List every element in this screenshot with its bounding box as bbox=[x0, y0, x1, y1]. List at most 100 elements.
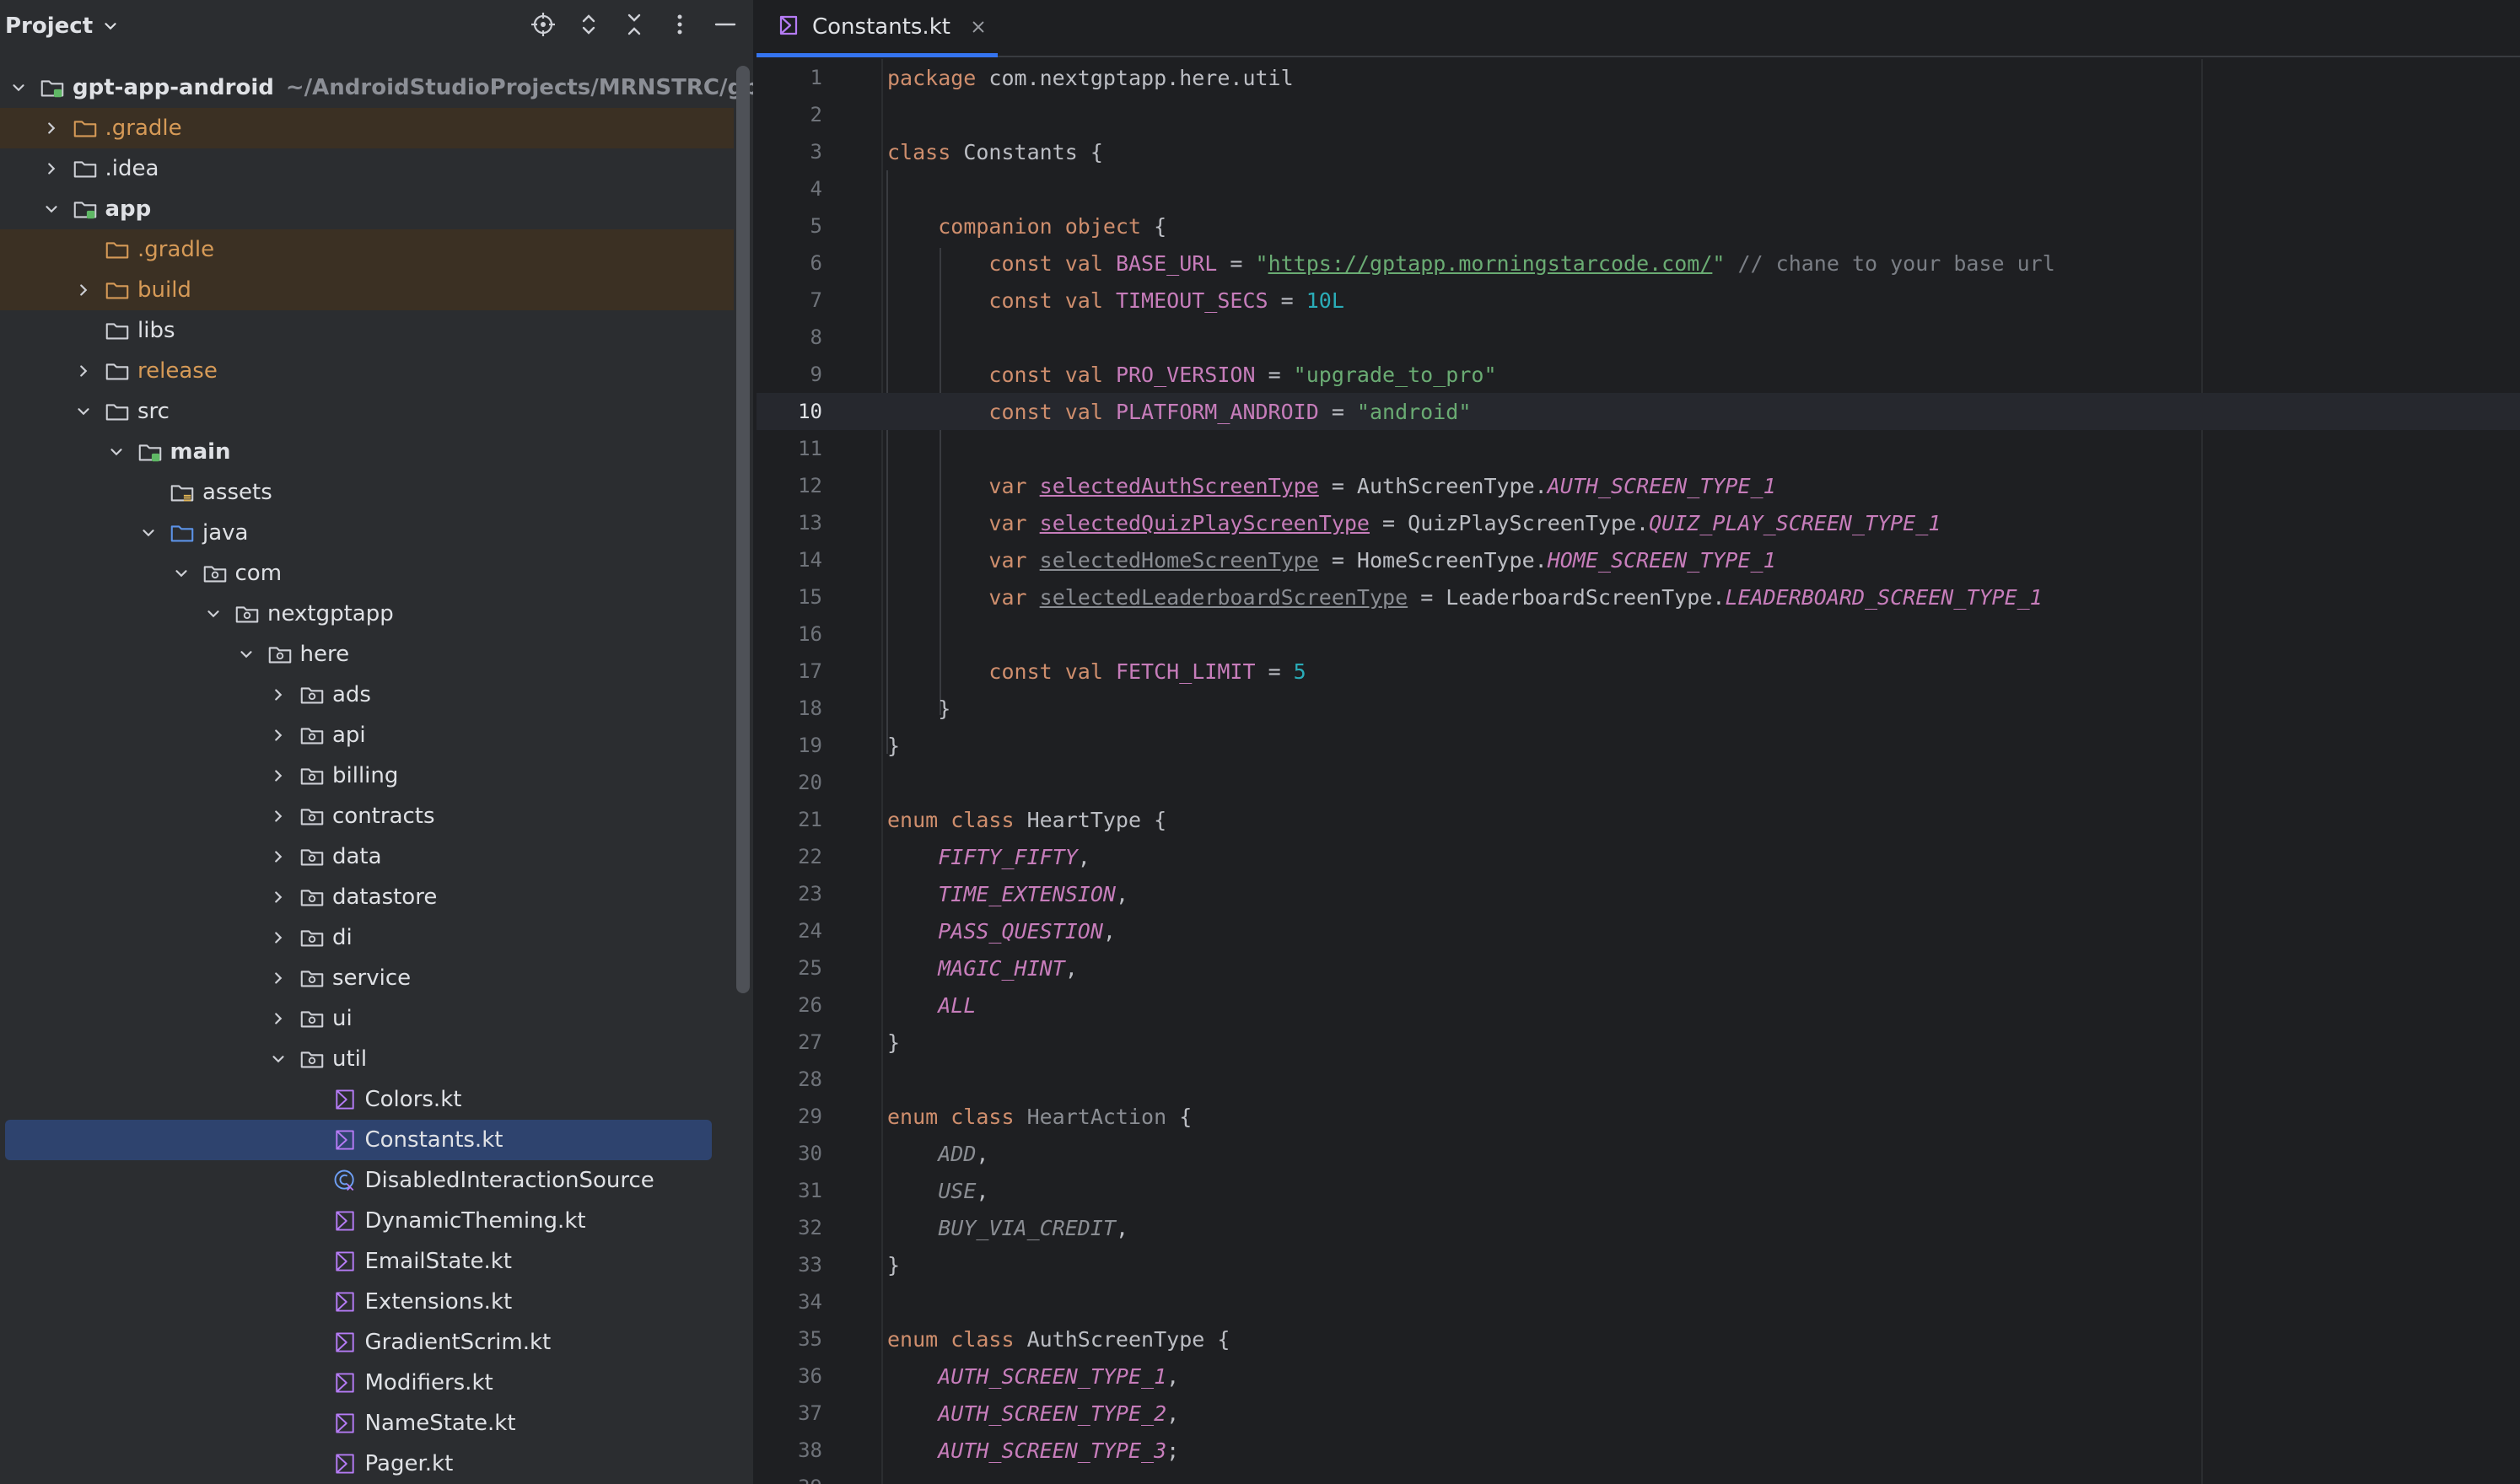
tab-constants-kt[interactable]: Constants.kt bbox=[757, 0, 998, 57]
code-line[interactable]: 36 AUTH_SCREEN_TYPE_1, bbox=[757, 1358, 2520, 1395]
code-line[interactable]: 2 bbox=[757, 96, 2520, 133]
tree-item[interactable]: here bbox=[0, 634, 734, 675]
tree-item[interactable]: build bbox=[0, 270, 734, 310]
chevron-right-icon[interactable] bbox=[268, 1008, 288, 1029]
tree-item[interactable]: java bbox=[0, 513, 734, 553]
hide-icon[interactable] bbox=[711, 10, 740, 39]
tree-item[interactable]: DynamicTheming.kt bbox=[0, 1201, 734, 1241]
code-line[interactable]: 33} bbox=[757, 1246, 2520, 1283]
code-line[interactable]: 39 bbox=[757, 1469, 2520, 1484]
chevron-down-icon[interactable] bbox=[138, 523, 159, 543]
chevron-down-icon[interactable] bbox=[203, 604, 223, 624]
tree-item[interactable]: DisabledInteractionSource bbox=[0, 1160, 734, 1201]
close-icon[interactable] bbox=[969, 18, 988, 36]
chevron-right-icon[interactable] bbox=[268, 806, 288, 826]
chevron-down-icon[interactable] bbox=[106, 442, 127, 462]
tree-item[interactable]: Colors.kt bbox=[0, 1079, 734, 1120]
tree-item[interactable]: ads bbox=[0, 675, 734, 715]
chevron-right-icon[interactable] bbox=[268, 887, 288, 907]
chevron-right-icon[interactable] bbox=[268, 847, 288, 867]
tree-item[interactable]: assets bbox=[0, 472, 734, 513]
chevron-down-icon[interactable] bbox=[236, 644, 256, 664]
tree-item[interactable]: src bbox=[0, 391, 734, 432]
chevron-right-icon[interactable] bbox=[41, 118, 62, 138]
tree-item[interactable]: EmailState.kt bbox=[0, 1241, 734, 1282]
code-line[interactable]: 32 BUY_VIA_CREDIT, bbox=[757, 1209, 2520, 1246]
code-line[interactable]: 8 bbox=[757, 319, 2520, 356]
code-line[interactable]: 7 const val TIMEOUT_SECS = 10L bbox=[757, 282, 2520, 319]
code-line[interactable]: 19} bbox=[757, 727, 2520, 764]
tree-item[interactable]: di bbox=[0, 917, 734, 958]
code-line[interactable]: 6 const val BASE_URL = "https://gptapp.m… bbox=[757, 245, 2520, 282]
tree-item[interactable]: data bbox=[0, 836, 734, 877]
code-line[interactable]: 4 bbox=[757, 170, 2520, 207]
collapse-all-icon[interactable] bbox=[620, 10, 649, 39]
code-area[interactable]: 1 package com.nextgptapp.here.util 2 3 class… bbox=[757, 59, 2520, 1484]
chevron-down-icon[interactable] bbox=[171, 563, 191, 583]
chevron-right-icon[interactable] bbox=[73, 280, 94, 300]
chevron-down-icon[interactable] bbox=[8, 78, 29, 98]
chevron-right-icon[interactable] bbox=[268, 968, 288, 988]
chevron-right-icon[interactable] bbox=[268, 685, 288, 705]
code-line[interactable]: 22 FIFTY_FIFTY, bbox=[757, 838, 2520, 875]
tree-item[interactable]: Pager.kt bbox=[0, 1444, 734, 1484]
tree-item[interactable]: libs bbox=[0, 310, 734, 351]
tree-item[interactable]: gpt-app-android ~/AndroidStudioProjects/M… bbox=[0, 67, 753, 108]
code-line[interactable]: 29 enum class HeartAction { bbox=[757, 1098, 2520, 1135]
tree-item[interactable]: main bbox=[0, 432, 734, 472]
code-line[interactable]: 31 USE, bbox=[757, 1172, 2520, 1209]
code-line[interactable]: 21 enum class HeartType { bbox=[757, 801, 2520, 838]
tree-item[interactable]: .idea bbox=[0, 148, 734, 189]
code-line[interactable]: 12 var selectedAuthScreenType = AuthScre… bbox=[757, 467, 2520, 504]
chevron-down-icon[interactable] bbox=[101, 17, 120, 35]
chevron-down-icon[interactable] bbox=[268, 1049, 288, 1069]
tree-item[interactable]: GradientScrim.kt bbox=[0, 1322, 734, 1363]
code-line[interactable]: 34 bbox=[757, 1283, 2520, 1320]
more-options-icon[interactable] bbox=[665, 10, 694, 39]
chevron-right-icon[interactable] bbox=[268, 766, 288, 786]
code-line[interactable]: 26 ALL bbox=[757, 987, 2520, 1024]
tree-item[interactable]: nextgptapp bbox=[0, 594, 734, 634]
tree-item[interactable]: .gradle bbox=[0, 229, 734, 270]
tree-item[interactable]: Constants.kt bbox=[5, 1120, 712, 1160]
tree-item[interactable]: NameState.kt bbox=[0, 1403, 734, 1444]
tree-item[interactable]: Extensions.kt bbox=[0, 1282, 734, 1322]
code-line[interactable]: 27} bbox=[757, 1024, 2520, 1061]
chevron-right-icon[interactable] bbox=[268, 928, 288, 948]
project-view-selector[interactable]: Project bbox=[5, 13, 93, 39]
code-line[interactable]: 1 package com.nextgptapp.here.util bbox=[757, 59, 2520, 96]
tree-item[interactable]: release bbox=[0, 351, 734, 391]
chevron-right-icon[interactable] bbox=[41, 159, 62, 179]
chevron-down-icon[interactable] bbox=[73, 401, 94, 422]
tree-item[interactable]: Modifiers.kt bbox=[0, 1363, 734, 1403]
code-line[interactable]: 35 enum class AuthScreenType { bbox=[757, 1320, 2520, 1358]
code-line[interactable]: 5 companion object { bbox=[757, 207, 2520, 245]
tree-item[interactable]: billing bbox=[0, 755, 734, 796]
code-line[interactable]: 16 bbox=[757, 616, 2520, 653]
tree-item[interactable]: ui bbox=[0, 998, 734, 1039]
tree-item[interactable]: app bbox=[0, 189, 734, 229]
code-line[interactable]: 15 var selectedLeaderboardScreenType = L… bbox=[757, 578, 2520, 616]
chevron-right-icon[interactable] bbox=[73, 361, 94, 381]
code-line[interactable]: 17 const val FETCH_LIMIT = 5 bbox=[757, 653, 2520, 690]
code-line[interactable]: 13 var selectedQuizPlayScreenType = Quiz… bbox=[757, 504, 2520, 541]
code-line[interactable]: 9 const val PRO_VERSION = "upgrade_to_pr… bbox=[757, 356, 2520, 393]
code-line[interactable]: 10 const val PLATFORM_ANDROID = "android… bbox=[757, 393, 2520, 430]
code-line[interactable]: 23 TIME_EXTENSION, bbox=[757, 875, 2520, 912]
code-line[interactable]: 25 MAGIC_HINT, bbox=[757, 949, 2520, 987]
code-line[interactable]: 37 AUTH_SCREEN_TYPE_2, bbox=[757, 1395, 2520, 1432]
tree-item[interactable]: datastore bbox=[0, 877, 734, 917]
code-line[interactable]: 30 ADD, bbox=[757, 1135, 2520, 1172]
project-scrollbar[interactable] bbox=[736, 66, 750, 993]
code-line[interactable]: 11 bbox=[757, 430, 2520, 467]
chevron-down-icon[interactable] bbox=[41, 199, 62, 219]
code-line[interactable]: 18 } bbox=[757, 690, 2520, 727]
code-line[interactable]: 28 bbox=[757, 1061, 2520, 1098]
code-line[interactable]: 3 class Constants { bbox=[757, 133, 2520, 170]
code-line[interactable]: 14 var selectedHomeScreenType = HomeScre… bbox=[757, 541, 2520, 578]
tree-item[interactable]: api bbox=[0, 715, 734, 755]
chevron-right-icon[interactable] bbox=[268, 725, 288, 745]
tree-item[interactable]: .gradle bbox=[0, 108, 734, 148]
expand-all-icon[interactable] bbox=[574, 10, 603, 39]
code-line[interactable]: 24 PASS_QUESTION, bbox=[757, 912, 2520, 949]
